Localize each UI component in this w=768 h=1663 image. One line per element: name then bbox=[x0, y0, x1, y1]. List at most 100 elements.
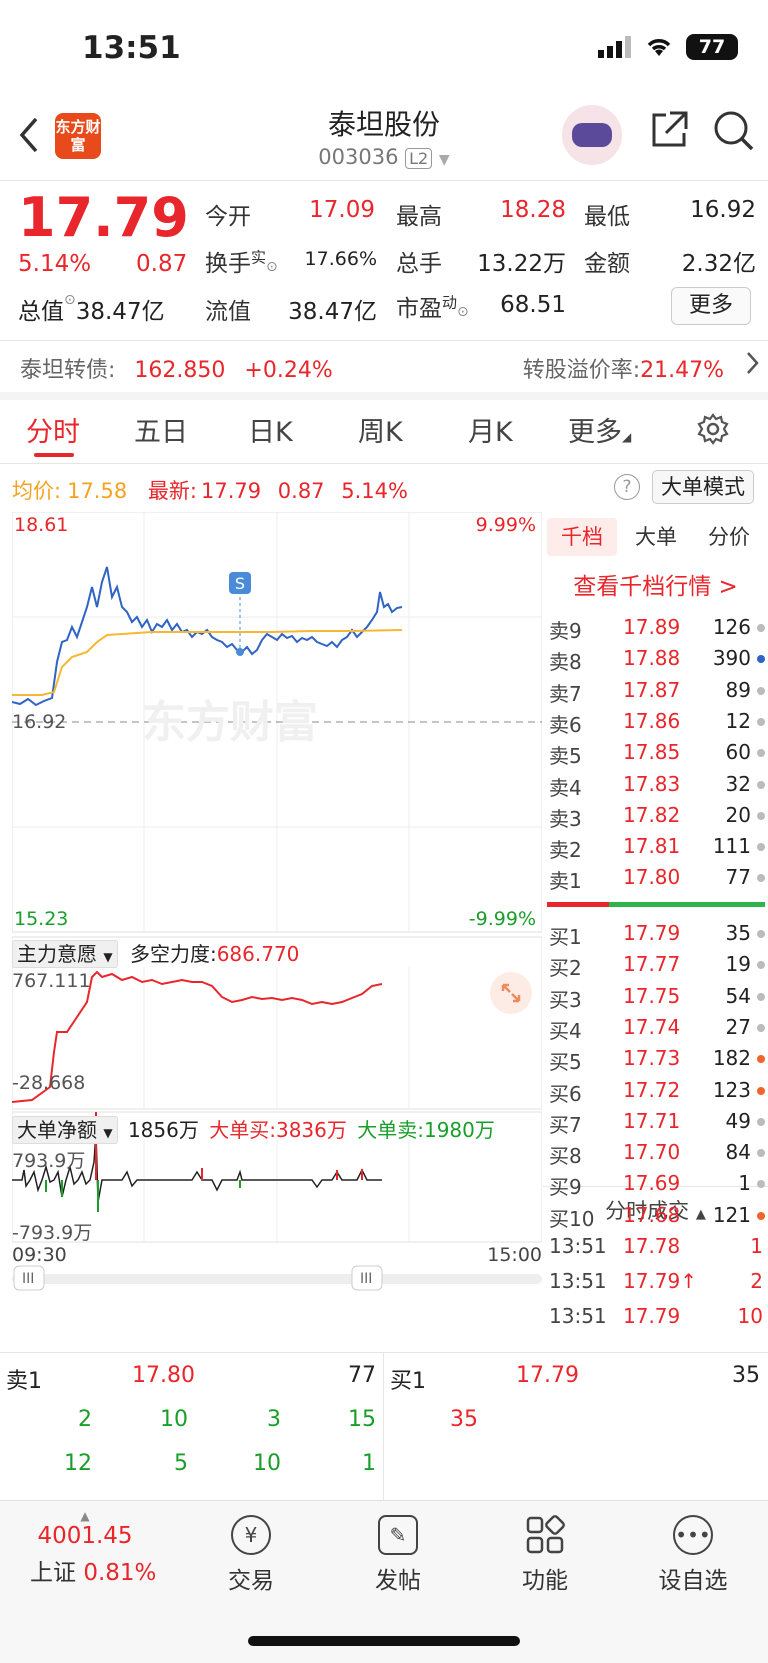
tab-monthly-k[interactable]: 月K bbox=[468, 410, 513, 449]
big-order-mode-button[interactable]: 大单模式 bbox=[652, 470, 754, 504]
ask-level-volume: 12 bbox=[725, 708, 751, 733]
bid-level-price: 17.75 bbox=[623, 983, 681, 1008]
chevron-right-icon bbox=[744, 350, 760, 382]
tabbar-trade[interactable]: ¥ 交易 bbox=[196, 1515, 306, 1595]
expand-icon[interactable] bbox=[490, 972, 532, 1014]
tabbar-functions-label: 功能 bbox=[522, 1568, 568, 1594]
premium-value: 21.47% bbox=[640, 358, 724, 383]
bid-level-price: 17.73 bbox=[623, 1046, 681, 1071]
tab-more[interactable]: 更多◢ bbox=[568, 410, 631, 449]
status-time: 13:51 bbox=[82, 30, 181, 66]
convertible-bond-row[interactable]: 泰坦转债: 162.850 +0.24% 转股溢价率:21.47% bbox=[20, 352, 760, 384]
bid-level-row[interactable]: 买5 17.73 182 bbox=[547, 1042, 765, 1074]
bid-level-row[interactable]: 买8 17.70 84 bbox=[547, 1136, 765, 1168]
ask-level-row[interactable]: 卖3 17.82 20 bbox=[547, 799, 765, 831]
bid-level-row[interactable]: 买4 17.74 27 bbox=[547, 1011, 765, 1043]
ask-queue-item: 15 bbox=[348, 1407, 376, 1432]
price-info-row: 均价: 17.58 最新: 17.79 0.87 5.14% bbox=[12, 475, 408, 505]
index-ticker[interactable]: ▲ 4001.45 上证 0.81% bbox=[30, 1509, 156, 1587]
change-percent: 5.14% bbox=[18, 251, 92, 277]
bid-level-label: 买2 bbox=[549, 956, 582, 981]
ask-queue-item: 1 bbox=[362, 1451, 376, 1476]
search-icon[interactable] bbox=[712, 109, 756, 157]
main-force-header: 主力意愿 ▼ 多空力度:686.770 bbox=[12, 938, 299, 968]
bid-level-price: 17.72 bbox=[623, 1077, 681, 1102]
bid-level-row[interactable]: 买10 17.68 121 bbox=[547, 1199, 765, 1231]
status-icons: 77 bbox=[598, 34, 738, 60]
view-thousand-levels-link[interactable]: 查看千档行情 > bbox=[543, 567, 768, 601]
divider bbox=[0, 340, 768, 341]
order-dot-icon bbox=[757, 930, 765, 938]
ask-level-row[interactable]: 卖9 17.89 126 bbox=[547, 611, 765, 643]
tab-thousand-levels[interactable]: 千档 bbox=[547, 518, 617, 556]
tab-price-distribution[interactable]: 分价 bbox=[693, 518, 765, 556]
wifi-icon bbox=[647, 39, 671, 56]
bid-level-volume: 54 bbox=[725, 983, 751, 1008]
bid-level-volume: 27 bbox=[725, 1014, 751, 1039]
bid-level-row[interactable]: 买3 17.75 54 bbox=[547, 980, 765, 1012]
big-buy-label: 大单买: bbox=[209, 1118, 276, 1142]
bid-level-label: 买3 bbox=[549, 987, 582, 1012]
tab-weekly-k[interactable]: 周K bbox=[358, 410, 403, 449]
order-book-panel: 千档 大单 分价 查看千档行情 > 分时成交 ▲ 卖9 17.89 126 卖8 17.… bbox=[543, 512, 768, 1352]
order-dot-icon bbox=[757, 717, 765, 726]
y-axis-bottom: 15.23 bbox=[14, 908, 69, 930]
tabbar-functions[interactable]: 功能 bbox=[490, 1515, 600, 1595]
bid-level-row[interactable]: 买9 17.69 1 bbox=[547, 1167, 765, 1199]
ask-level-row[interactable]: 卖6 17.86 12 bbox=[547, 705, 765, 737]
bond-label: 泰坦转债: bbox=[20, 358, 116, 383]
main-force-dropdown[interactable]: 主力意愿 ▼ bbox=[12, 940, 118, 968]
bid1-volume: 35 bbox=[732, 1363, 760, 1388]
ask-level-row[interactable]: 卖4 17.83 32 bbox=[547, 768, 765, 800]
low-value: 16.92 bbox=[690, 197, 756, 223]
more-info-icon[interactable]: ⊙ bbox=[457, 304, 469, 320]
ask-level-volume: 77 bbox=[725, 865, 751, 890]
tab-big-orders[interactable]: 大单 bbox=[621, 518, 691, 556]
tabbar-add-watchlist-label: 设自选 bbox=[658, 1568, 728, 1594]
bid-level-row[interactable]: 买7 17.71 49 bbox=[547, 1105, 765, 1137]
bid-level-label: 买8 bbox=[549, 1144, 582, 1169]
order-dot-icon bbox=[757, 1211, 765, 1220]
ask-level-row[interactable]: 卖8 17.88 390 bbox=[547, 642, 765, 674]
bid-level-volume: 182 bbox=[712, 1046, 751, 1071]
more-button[interactable]: 更多 bbox=[671, 287, 751, 325]
watermark: 东方财富 bbox=[142, 697, 318, 748]
order-dot-icon bbox=[757, 1086, 765, 1095]
trade-volume: 1 bbox=[750, 1234, 763, 1258]
order-book-tabs: 千档 大单 分价 bbox=[547, 518, 765, 556]
more-info-icon[interactable]: ⊙ bbox=[266, 259, 278, 275]
divider bbox=[0, 463, 768, 464]
tabbar-add-watchlist[interactable]: ••• 设自选 bbox=[638, 1515, 748, 1595]
bid-level-price: 17.68 bbox=[623, 1202, 681, 1227]
latest-pct: 5.14% bbox=[341, 479, 408, 503]
tab-daily-k[interactable]: 日K bbox=[248, 410, 293, 449]
low-label: 最低 bbox=[584, 204, 630, 230]
bid-level-price: 17.69 bbox=[623, 1171, 681, 1196]
order-dot-icon bbox=[757, 961, 765, 970]
ask-level-row[interactable]: 卖7 17.87 89 bbox=[547, 674, 765, 706]
ask-level-row[interactable]: 卖5 17.85 60 bbox=[547, 736, 765, 768]
ask-level-label: 卖3 bbox=[549, 806, 582, 831]
tab-five-day[interactable]: 五日 bbox=[134, 410, 188, 449]
intraday-chart-svg: 东方财富 S III III bbox=[12, 512, 542, 1291]
assistant-avatar-icon[interactable] bbox=[562, 105, 622, 165]
share-icon[interactable] bbox=[648, 109, 690, 155]
bid-level-row[interactable]: 买2 17.77 19 bbox=[547, 948, 765, 980]
net-amount-dropdown[interactable]: 大单净额 ▼ bbox=[12, 1116, 118, 1144]
tabbar-post[interactable]: ✎ 发帖 bbox=[343, 1515, 453, 1595]
header: 东方财富 泰坦股份 003036 L2 ▼ bbox=[0, 95, 768, 177]
bid-level-row[interactable]: 买1 17.79 35 bbox=[547, 917, 765, 949]
ask-level-row[interactable]: 卖2 17.81 111 bbox=[547, 830, 765, 862]
more-info-icon[interactable]: ⊙ bbox=[64, 292, 76, 308]
net-amount-value: 1856万 bbox=[127, 1118, 199, 1142]
help-icon[interactable]: ? bbox=[614, 474, 640, 500]
tab-intraday[interactable]: 分时 bbox=[26, 410, 80, 449]
intraday-chart-area[interactable]: 东方财富 S III III 18.61 9.99% 16.92 15.23 -… bbox=[12, 512, 542, 1292]
bid-level-label: 买4 bbox=[549, 1018, 582, 1043]
bid-level-row[interactable]: 买6 17.72 123 bbox=[547, 1074, 765, 1106]
ref-price-label: 16.92 bbox=[12, 711, 67, 733]
caret-down-icon: ▼ bbox=[103, 950, 113, 964]
settings-gear-icon[interactable] bbox=[696, 412, 730, 450]
big-sell-label: 大单卖: bbox=[357, 1118, 424, 1142]
ask-level-row[interactable]: 卖1 17.80 77 bbox=[547, 861, 765, 893]
